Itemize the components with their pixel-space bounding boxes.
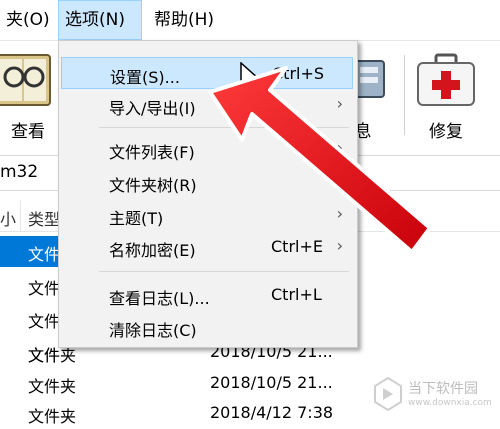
menu-item-label: 导入/导出(I)	[109, 99, 196, 118]
row-date: 2018/4/12 7:38	[210, 403, 334, 422]
annotation-arrow-icon	[208, 66, 432, 254]
menu-item-label: 名称加密(E)	[109, 241, 196, 260]
row-type: 文件	[28, 312, 61, 331]
menu-item-label: 主题(T)	[109, 209, 164, 228]
row-type: 文件夹	[28, 407, 77, 426]
list-row[interactable]: 文件	[0, 236, 62, 267]
view-label: 查看	[11, 122, 45, 142]
watermark-text: 当下软件园	[408, 381, 478, 397]
row-type: 文件夹	[28, 377, 77, 396]
row-type: 文件	[28, 279, 61, 298]
view-button[interactable]: 查看	[0, 41, 52, 151]
menu-options[interactable]: 选项(N)	[58, 0, 142, 40]
menu-item-label: 设置(S)...	[110, 68, 180, 87]
watermark: 当下软件园 www.downxia.com	[368, 372, 498, 422]
menu-item-clear-log[interactable]: 清除日志(C)	[61, 311, 353, 343]
menu-help[interactable]: 帮助(H)	[148, 0, 220, 40]
menu-folder[interactable]: 夹(O)	[0, 0, 56, 40]
menu-item-label: 文件夹树(R)	[109, 176, 197, 195]
watermark-url: www.downxia.com	[408, 398, 492, 408]
path-text: m32	[0, 162, 39, 182]
row-date: 2018/10/5 21...	[210, 373, 333, 392]
row-type: 文件	[28, 245, 61, 264]
menu-item-label: 文件列表(F)	[109, 143, 195, 162]
menu-item-view-log[interactable]: 查看日志(L)... Ctrl+L	[61, 279, 353, 311]
menu-item-label: 清除日志(C)	[109, 321, 197, 340]
column-type-header[interactable]: 类型	[28, 206, 60, 230]
menu-bar: 夹(O) 选项(N) 帮助(H)	[0, 0, 500, 41]
menu-item-label: 查看日志(L)...	[109, 289, 210, 308]
menu-item-shortcut: Ctrl+L	[271, 285, 322, 304]
column-divider	[20, 201, 21, 231]
book-icon	[0, 54, 51, 106]
watermark-logo-icon	[374, 376, 402, 412]
column-size-header[interactable]: 小	[0, 206, 16, 230]
